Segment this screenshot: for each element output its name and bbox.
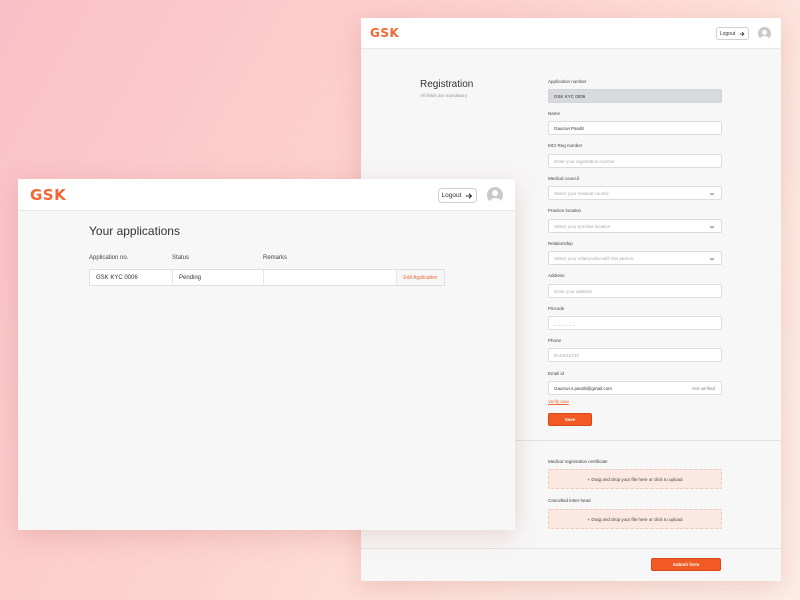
name-value: Gaurovi Pandit <box>554 125 584 131</box>
submit-form-button[interactable]: Submit form <box>651 558 721 571</box>
council-placeholder: Select your medical council <box>554 190 609 196</box>
chevron-down-icon <box>709 257 715 260</box>
address-label: Address <box>548 273 565 278</box>
council-label: Medical council <box>548 176 579 181</box>
phone-field[interactable]: 9142018732 <box>548 348 722 362</box>
arrow-right-icon <box>739 31 745 36</box>
registration-title: Registration <box>420 79 474 90</box>
app-number-label: Application number <box>548 79 587 84</box>
user-avatar-icon[interactable] <box>487 187 503 203</box>
mci-field[interactable]: Enter your registration number <box>548 154 722 168</box>
applications-window: GSK Logout Your applications Application… <box>18 179 515 530</box>
mci-placeholder: Enter your registration number <box>554 158 615 164</box>
app-number-value: GSK KYC 0006 <box>554 93 586 99</box>
registration-header: GSK Logout <box>361 18 781 49</box>
address-field[interactable]: Enter your address <box>548 284 722 298</box>
logout-label: Logout <box>441 192 462 199</box>
status-cell: Pending <box>173 270 264 285</box>
mci-label: MCI Reg number <box>548 143 583 148</box>
edit-application-button[interactable]: Edit Application <box>397 270 444 285</box>
gsk-logo: GSK <box>30 186 67 204</box>
relationship-label: Relationship <box>548 241 573 246</box>
chevron-down-icon <box>709 192 715 195</box>
save-button[interactable]: Save <box>548 413 592 426</box>
registration-subtitle: All fields are mandatory <box>420 93 468 98</box>
arrow-right-icon <box>466 192 473 199</box>
phone-label: Phone <box>548 338 562 343</box>
remarks-cell <box>264 270 397 285</box>
gsk-logo: GSK <box>370 26 400 40</box>
page-title: Your applications <box>89 224 180 238</box>
email-field[interactable]: Gaurovi.s.pandit@gmail.com Not verified <box>548 381 722 395</box>
letterhead-upload-dropzone[interactable]: + Drag and drop your file here or click … <box>548 509 722 529</box>
address-placeholder: Enter your address <box>554 288 593 294</box>
relationship-select[interactable]: Select your relationship with this perso… <box>548 251 722 265</box>
location-label: Practice location <box>548 208 582 213</box>
relationship-placeholder: Select your relationship with this perso… <box>554 255 634 261</box>
certificate-upload-dropzone[interactable]: + Drag and drop your file here or click … <box>548 469 722 489</box>
pincode-label: Pincode <box>548 306 565 311</box>
email-label: Email id <box>548 371 565 376</box>
location-select[interactable]: Select your practice location <box>548 219 722 233</box>
table-row: GSK KYC 0006 Pending Edit Application <box>89 269 445 286</box>
pincode-placeholder: _ _ _ _ _ _ <box>554 320 576 326</box>
column-header-remarks: Remarks <box>263 255 288 261</box>
footer-divider <box>361 548 781 549</box>
logout-button[interactable]: Logout <box>438 188 477 203</box>
logout-label: Logout <box>719 30 736 37</box>
app-no-cell: GSK KYC 0006 <box>90 270 173 285</box>
council-select[interactable]: Select your medical council <box>548 186 722 200</box>
name-label: Name <box>548 111 561 116</box>
column-header-status: Status <box>172 255 190 261</box>
pincode-field[interactable]: _ _ _ _ _ _ <box>548 316 722 330</box>
phone-placeholder: 9142018732 <box>554 352 580 358</box>
column-header-app-no: Application no. <box>89 255 129 261</box>
chevron-down-icon <box>709 225 715 228</box>
email-status-badge: Not verified <box>692 385 715 391</box>
verify-now-link[interactable]: Verify now <box>548 399 569 404</box>
letterhead-label: Cancelled letter head <box>548 498 591 503</box>
name-field[interactable]: Gaurovi Pandit <box>548 121 722 135</box>
location-placeholder: Select your practice location <box>554 223 611 229</box>
app-number-field: GSK KYC 0006 <box>548 89 722 103</box>
applications-header: GSK Logout <box>18 179 515 211</box>
logout-button[interactable]: Logout <box>716 27 749 40</box>
email-value: Gaurovi.s.pandit@gmail.com <box>554 385 612 391</box>
user-avatar-icon[interactable] <box>758 27 771 40</box>
certificate-label: Medical registration certificate <box>548 459 608 464</box>
